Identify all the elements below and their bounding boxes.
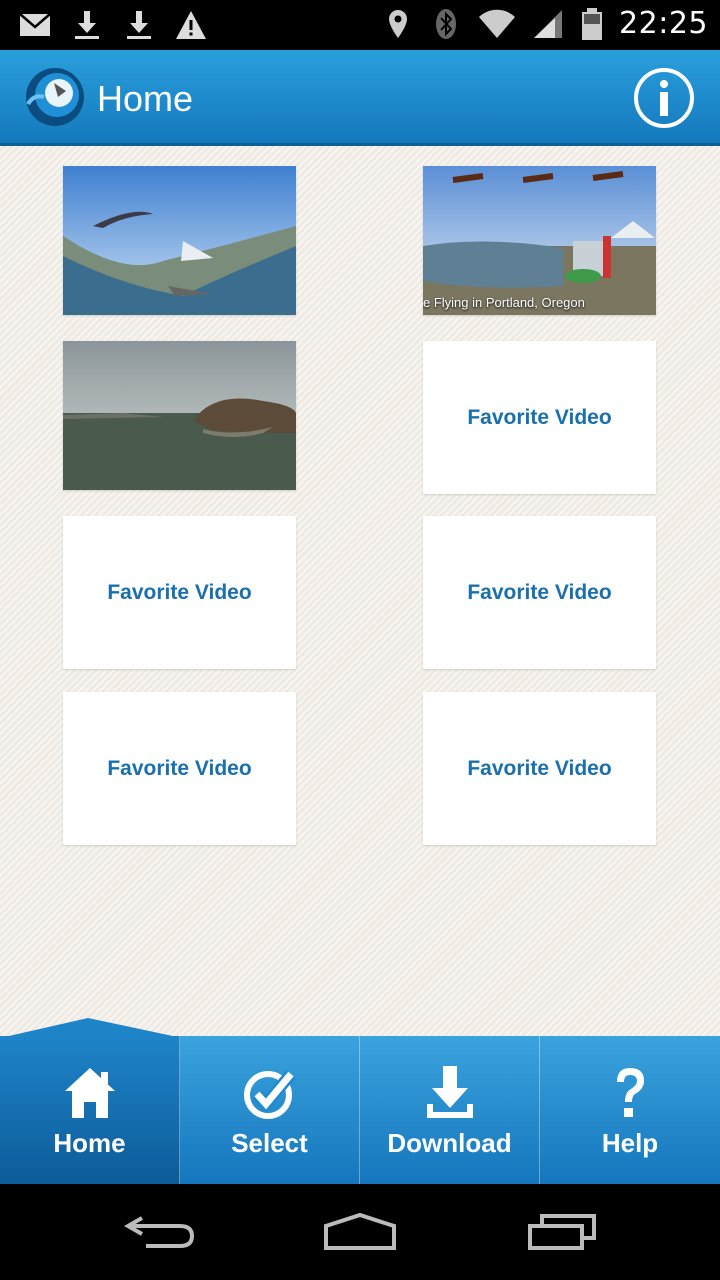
location-icon [389, 9, 408, 38]
favorite-video-slot[interactable]: Favorite Video [63, 692, 296, 845]
favorite-video-slot[interactable]: Favorite Video [63, 516, 296, 669]
status-bar: 22:25 [0, 0, 720, 50]
thumbnail-image [63, 341, 296, 490]
favorite-video-label: Favorite Video [107, 756, 252, 780]
clock: 22:25 [619, 6, 708, 41]
favorites-grid: e Flying in Portland, Oregon Favorite Vi… [0, 146, 720, 1036]
system-status-icons: 22:25 [381, 6, 708, 41]
nav-label: Download [387, 1128, 512, 1158]
nav-label: Help [601, 1128, 659, 1158]
wifi-icon [479, 9, 516, 38]
bluetooth-icon [436, 8, 457, 39]
warning-icon [176, 11, 206, 39]
check-circle-icon [243, 1070, 296, 1119]
nav-select[interactable]: Select [180, 1036, 360, 1184]
back-icon[interactable] [124, 1212, 196, 1252]
thumbnail-image [423, 166, 656, 315]
favorite-video-label: Favorite Video [467, 405, 612, 429]
thumbnail-caption: e Flying in Portland, Oregon [423, 295, 585, 310]
system-nav-bar [0, 1184, 720, 1280]
mail-icon [19, 13, 51, 36]
page-title: Home [97, 78, 194, 119]
signal-icon [534, 9, 563, 38]
nav-label: Home [53, 1128, 126, 1158]
download-icon [127, 11, 151, 39]
battery-icon [582, 7, 603, 40]
favorite-video-slot[interactable]: Favorite Video [423, 341, 656, 494]
download-icon [75, 11, 99, 39]
question-icon [617, 1068, 644, 1117]
app-bar: Home [0, 50, 720, 146]
favorite-video-label: Favorite Video [467, 756, 612, 780]
nav-help[interactable]: Help [540, 1036, 720, 1184]
app-logo-icon [26, 68, 84, 126]
favorite-video-slot[interactable]: Favorite Video [423, 516, 656, 669]
thumbnail-image [63, 166, 296, 315]
home-outline-icon[interactable] [322, 1212, 398, 1252]
info-icon[interactable] [632, 66, 696, 130]
active-tab-indicator [0, 1018, 182, 1038]
favorite-video-label: Favorite Video [467, 580, 612, 604]
recents-icon[interactable] [526, 1212, 598, 1252]
download-icon [426, 1066, 473, 1118]
video-thumbnail-2[interactable]: e Flying in Portland, Oregon [423, 166, 656, 315]
favorite-video-label: Favorite Video [107, 580, 252, 604]
video-thumbnail-1[interactable] [63, 166, 296, 315]
bottom-nav: Home Select Download Help [0, 1018, 720, 1184]
nav-label: Select [231, 1128, 308, 1158]
nav-download[interactable]: Download [360, 1036, 540, 1184]
nav-home[interactable]: Home [0, 1036, 180, 1184]
notification-icons [18, 8, 208, 42]
video-thumbnail-3[interactable] [63, 341, 296, 490]
home-icon [64, 1068, 115, 1118]
favorite-video-slot[interactable]: Favorite Video [423, 692, 656, 845]
